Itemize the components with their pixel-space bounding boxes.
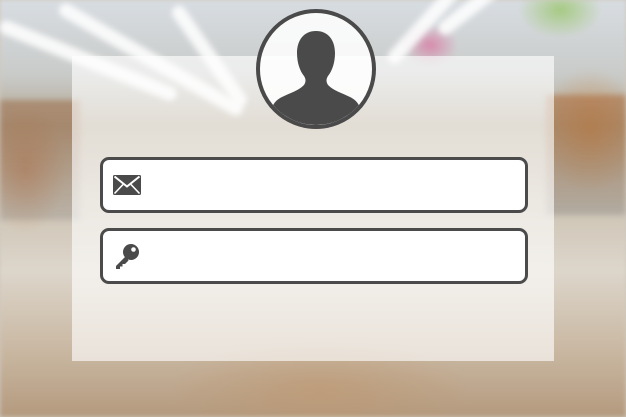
user-avatar <box>256 9 376 129</box>
user-silhouette-icon <box>268 31 364 125</box>
background-shelf-left <box>0 100 80 220</box>
key-icon <box>112 241 142 271</box>
password-input[interactable] <box>142 231 525 281</box>
email-input[interactable] <box>142 160 525 210</box>
email-field[interactable] <box>100 157 528 213</box>
envelope-icon <box>112 170 142 200</box>
background-shelf-right <box>546 95 626 215</box>
password-field[interactable] <box>100 228 528 284</box>
